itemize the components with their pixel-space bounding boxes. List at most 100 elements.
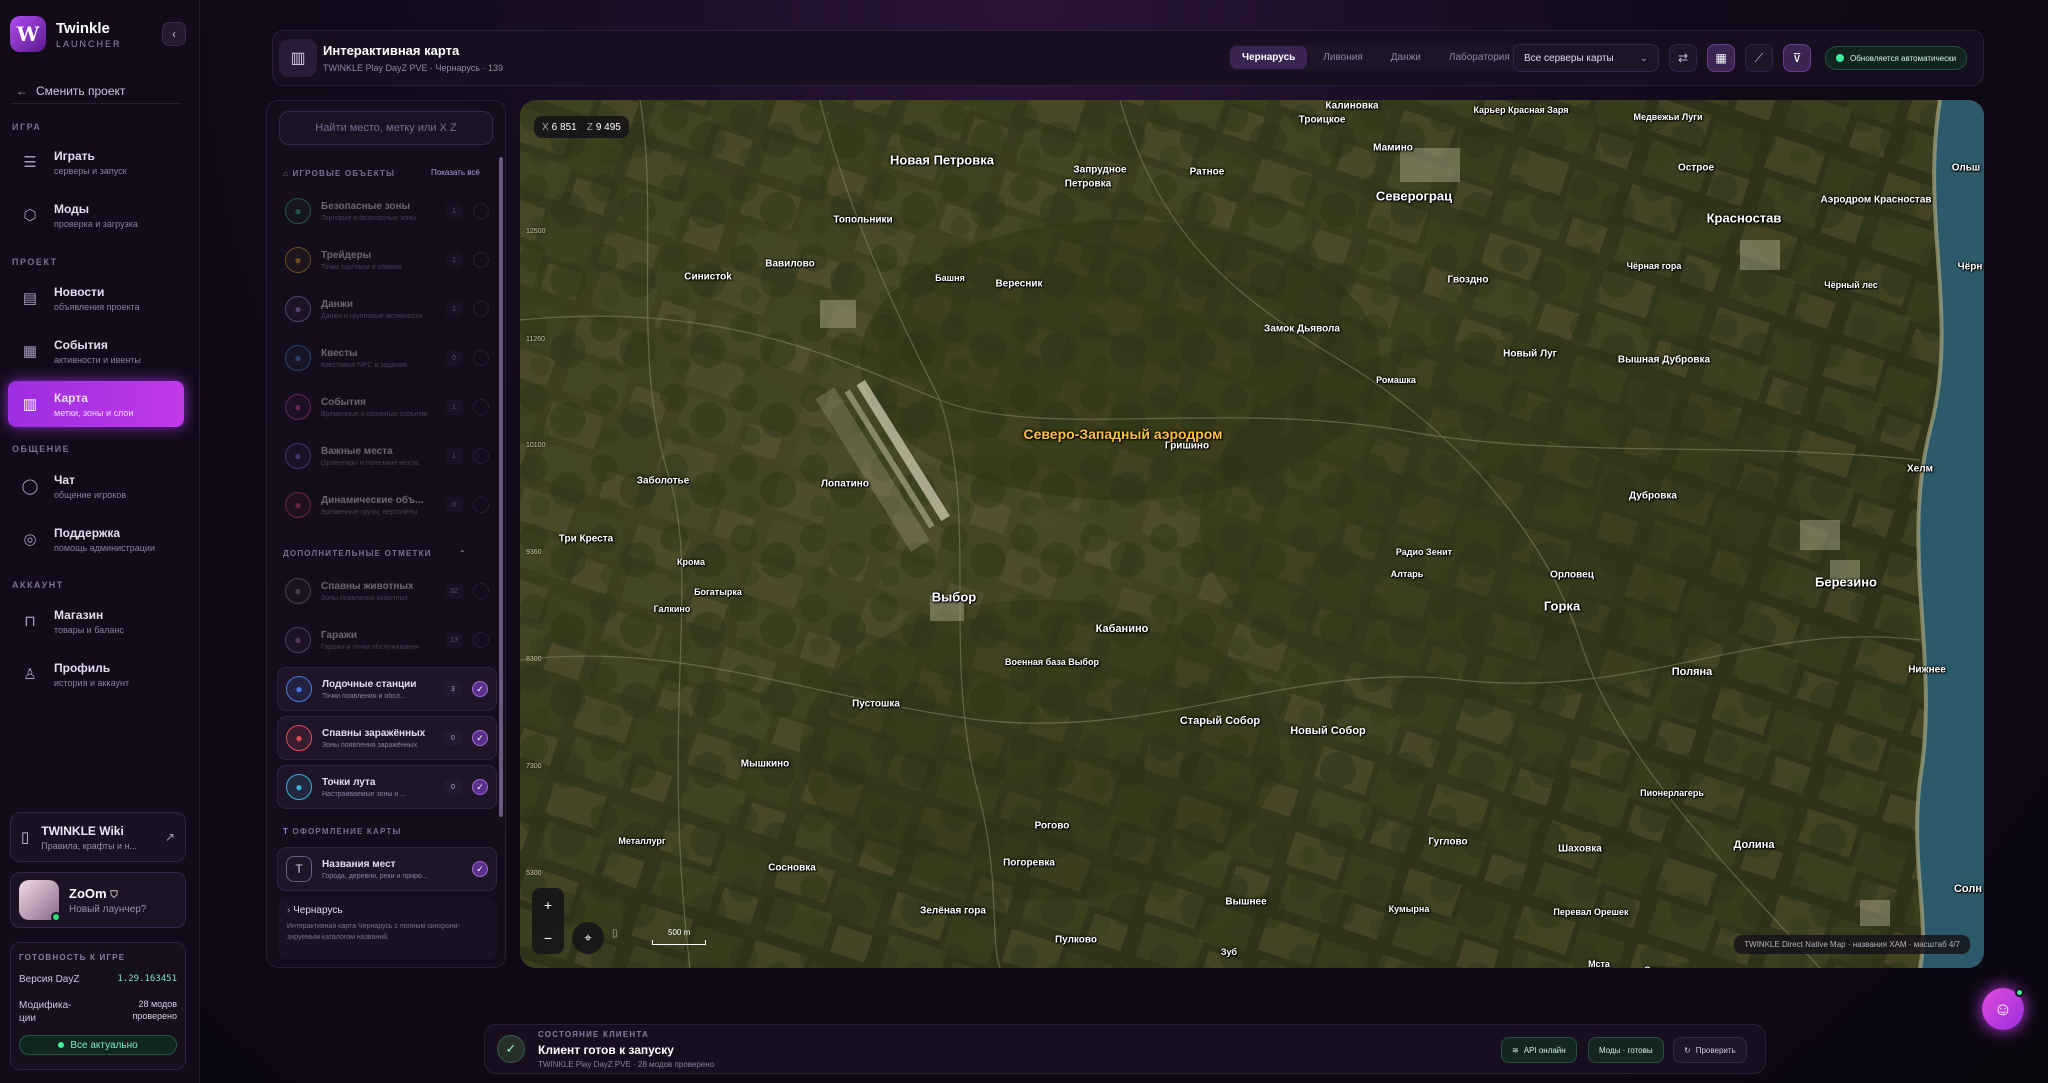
place-label[interactable]: Ольш (1952, 163, 1980, 174)
sidebar-item-news[interactable]: ▤ Новости объявления проекта (8, 275, 184, 321)
place-label[interactable]: Ромашка (1376, 375, 1416, 385)
place-label[interactable]: Погоревка (1003, 858, 1055, 869)
place-label[interactable]: Мамино (1373, 143, 1413, 154)
filter-button[interactable]: ⊽ (1783, 44, 1811, 72)
place-label[interactable]: Гуглово (1428, 837, 1467, 848)
place-label[interactable]: Пионерлагерь (1640, 788, 1704, 798)
grid-toggle-button[interactable]: ▦ (1707, 44, 1735, 72)
place-label[interactable]: Кабанино (1096, 623, 1149, 635)
interactive-map[interactable]: X6 851 Z9 495 12500 11260 10100 9360 8300 730… (520, 100, 1984, 968)
show-all-link[interactable]: Показать всё (431, 168, 480, 177)
clipboard-icon[interactable]: ▯ (612, 928, 618, 939)
place-label[interactable]: Кумырна (1389, 904, 1430, 914)
place-label[interactable]: Аэродром Красностав (1820, 195, 1931, 206)
place-label[interactable]: Чёрная гора (1627, 261, 1682, 271)
place-label[interactable]: Новый Собор (1290, 725, 1366, 737)
place-label[interactable]: Чёрный лес (1824, 280, 1877, 290)
place-label[interactable]: Топольники (833, 215, 892, 226)
place-label[interactable]: Карьер Красная Заря (1473, 105, 1568, 115)
place-label[interactable]: Долина (1734, 839, 1775, 851)
filter-item[interactable]: ● Спавны животных Зоны появления животных 3… (277, 569, 497, 613)
zoom-in-button[interactable]: + (544, 897, 552, 913)
place-label[interactable]: Калиновка (1325, 101, 1378, 112)
tab-laboratory[interactable]: Лаборатория (1437, 46, 1522, 69)
place-label[interactable]: Медвежьи Луги (1633, 112, 1702, 122)
sidebar-item-chat[interactable]: ◯ Чат общение игроков (8, 463, 184, 509)
change-project-button[interactable]: ← Сменить проект (10, 78, 182, 104)
place-label[interactable]: Пулково (1055, 935, 1097, 946)
place-label[interactable]: Старое (1644, 965, 1676, 968)
place-label[interactable]: Богатырка (694, 587, 742, 597)
filter-item[interactable]: ● Точки лута Настраиваемые зоны и ... 0 ✓ (277, 765, 497, 809)
place-label[interactable]: Острое (1678, 163, 1714, 174)
check-icon[interactable]: ✓ (472, 681, 488, 697)
place-label[interactable]: Вересник (995, 279, 1042, 290)
place-label[interactable]: Пустошка (852, 699, 900, 710)
place-label[interactable]: Выбор (932, 590, 976, 605)
place-label[interactable]: Металлург (618, 836, 665, 846)
tab-livonia[interactable]: Ливония (1311, 46, 1374, 69)
sidebar-item-mods[interactable]: ⬡ Моды проверка и загрузка (8, 192, 184, 238)
sidebar-item-map[interactable]: ▥ Карта метки, зоны и слои (8, 381, 184, 427)
highlighted-place-label[interactable]: Северо-Западный аэродром (1023, 426, 1222, 442)
toggle-icon[interactable] (473, 301, 489, 317)
locate-button[interactable]: ⌖ (572, 922, 604, 954)
check-icon[interactable] (473, 583, 489, 599)
place-label[interactable]: Северограц (1376, 189, 1452, 204)
ruler-button[interactable]: ⟋ (1745, 44, 1773, 72)
place-label[interactable]: Кромa (677, 557, 705, 567)
collapse-sidebar-button[interactable]: ‹ (162, 22, 186, 46)
place-label[interactable]: Перевал Орешек (1553, 907, 1628, 917)
place-label[interactable]: Вавилово (765, 259, 815, 270)
filter-item-place-names[interactable]: T Названия мест Города, деревни, реки и п… (277, 847, 497, 891)
sidebar-item-profile[interactable]: ♙ Профиль история и аккаунт (8, 651, 184, 697)
zoom-out-button[interactable]: − (544, 930, 552, 946)
place-label[interactable]: Хелм (1907, 464, 1933, 475)
place-label[interactable]: Запрудное (1073, 165, 1126, 176)
panel-scrollbar[interactable] (499, 157, 503, 817)
place-label[interactable]: Вышнее (1225, 897, 1266, 908)
check-icon[interactable]: ✓ (472, 730, 488, 746)
place-label[interactable]: Зуб (1221, 947, 1237, 957)
place-label[interactable]: Нижнее (1908, 665, 1946, 676)
filter-item[interactable]: ● Данжи Данжи и групповые активности 1 (277, 287, 497, 331)
place-label[interactable]: Радио Зенит (1396, 547, 1452, 557)
toggle-icon[interactable] (473, 252, 489, 268)
chevron-up-icon[interactable]: ⌃ (459, 549, 467, 558)
place-label[interactable]: Замок Дьявола (1264, 324, 1340, 335)
toggle-icon[interactable] (473, 448, 489, 464)
place-label[interactable]: Башня (935, 273, 965, 283)
place-label[interactable]: Березино (1815, 575, 1877, 590)
place-label[interactable]: Петровка (1065, 179, 1111, 190)
tab-dungeons[interactable]: Данжи (1379, 46, 1433, 69)
place-label[interactable]: Три Креста (559, 534, 613, 545)
place-label[interactable]: Гвоздно (1448, 275, 1489, 286)
filter-item[interactable]: ● Гаражи Гаражи и точки обслуживания 13 (277, 618, 497, 662)
place-label[interactable]: Заболотье (637, 476, 690, 487)
place-label[interactable]: Ратное (1190, 167, 1225, 178)
check-icon[interactable]: ✓ (472, 779, 488, 795)
auto-update-badge[interactable]: Обновляется автоматически (1825, 46, 1968, 70)
brand[interactable]: W Twinkle LAUNCHER (10, 16, 122, 52)
place-label[interactable]: Гришино (1165, 441, 1209, 452)
place-label[interactable]: Солн (1954, 883, 1982, 895)
filter-item[interactable]: ● Спавны заражённых Зоны появления заражён… (277, 716, 497, 760)
sidebar-item-play[interactable]: ☰ Играть серверы и запуск (8, 139, 184, 185)
toggle-icon[interactable] (473, 497, 489, 513)
sidebar-item-events[interactable]: ▦ События активности и ивенты (8, 328, 184, 374)
place-label[interactable]: Зелёная гора (920, 906, 986, 917)
wiki-card[interactable]: ▯ TWINKLE Wiki Правила, крафты и н... ↗ (10, 812, 186, 862)
place-label[interactable]: Новая Петровка (890, 153, 994, 168)
place-label[interactable]: Троицкое (1299, 115, 1346, 126)
assistant-bot-button[interactable]: ☺ (1982, 988, 2024, 1030)
toggle-icon[interactable] (473, 399, 489, 415)
toggle-icon[interactable] (473, 350, 489, 366)
place-label[interactable]: Вышная Дубровка (1618, 355, 1710, 366)
place-label[interactable]: Новый Луг (1503, 349, 1557, 360)
filter-item[interactable]: ● Лодочные станции Точки появления и обсл.… (277, 667, 497, 711)
filter-item[interactable]: ● События Временные и сезонные события 1 (277, 385, 497, 429)
filter-item[interactable]: ● Важные места Ориентиры и полезные места 1 (277, 434, 497, 478)
check-button[interactable]: ↻ Проверить (1673, 1037, 1747, 1063)
place-label[interactable]: Поляна (1672, 666, 1713, 678)
place-label[interactable]: Военная база Выбор (1005, 657, 1099, 667)
